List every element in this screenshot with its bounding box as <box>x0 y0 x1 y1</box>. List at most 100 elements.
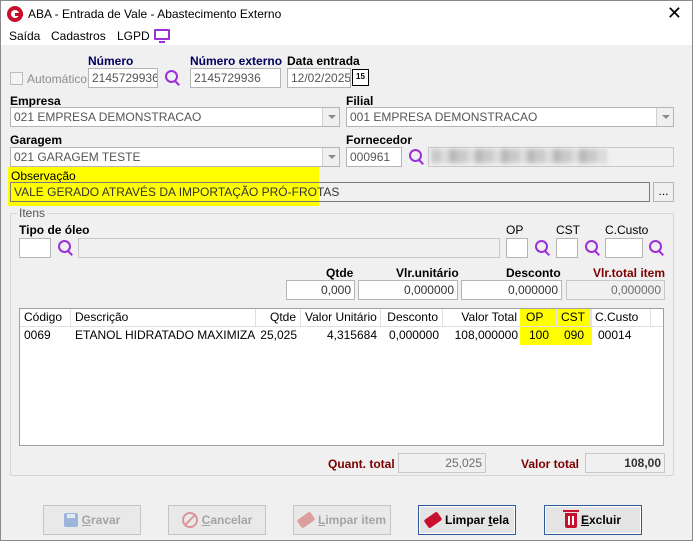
eraser-icon <box>296 511 316 529</box>
cancel-icon <box>181 512 198 528</box>
menu-saida[interactable]: Saída <box>9 29 40 43</box>
limpar-tela-label: Limpar tela <box>444 513 510 527</box>
filial-select[interactable]: 001 EMPRESA DEMONSTRACAO <box>346 107 674 127</box>
cell-codigo: 0069 <box>24 328 51 342</box>
desconto-field[interactable]: 0,000000 <box>461 280 562 300</box>
window-title: ABA - Entrada de Vale - Abastecimento Ex… <box>28 7 282 21</box>
eraser-icon <box>423 511 443 529</box>
observacao-more-button[interactable]: ... <box>653 182 674 202</box>
op-search-icon[interactable] <box>533 239 551 257</box>
menu-cadastros[interactable]: Cadastros <box>51 29 106 43</box>
numero-externo-label: Número externo <box>190 54 283 68</box>
automatico-checkbox[interactable] <box>10 72 23 85</box>
fornecedor-code-field[interactable]: 000961 <box>346 147 402 167</box>
window: ABA - Entrada de Vale - Abastecimento Ex… <box>0 0 693 541</box>
chevron-down-icon[interactable] <box>322 108 339 126</box>
garagem-label: Garagem <box>10 133 63 147</box>
numero-label: Número <box>88 54 134 68</box>
menu-lgpd[interactable]: LGPD <box>117 29 150 43</box>
gravar-label: Gravar <box>81 513 121 527</box>
tipo-oleo-desc-field <box>78 238 500 258</box>
op-label: OP <box>506 223 524 237</box>
cancelar-label: Cancelar <box>201 513 253 527</box>
cell-valor-total: 108,000000 <box>454 328 518 342</box>
app-logo-icon <box>7 6 23 22</box>
garagem-value: 021 GARAGEM TESTE <box>14 150 141 164</box>
vlr-total-item-field: 0,000000 <box>566 280 665 300</box>
valor-total-field: 108,00 <box>585 453 665 473</box>
itens-group-title: Itens <box>17 206 48 220</box>
items-table[interactable]: Código Descrição Qtde Valor Unitário Des… <box>19 308 664 446</box>
cst-search-icon[interactable] <box>583 239 601 257</box>
ccusto-search-icon[interactable] <box>647 239 665 257</box>
excluir-button[interactable]: Excluir <box>544 505 642 535</box>
filial-label: Filial <box>346 94 374 108</box>
numero-externo-field[interactable]: 2145729936 <box>190 68 281 88</box>
empresa-value: 021 EMPRESA DEMONSTRACAO <box>14 110 202 124</box>
tipo-oleo-code-field[interactable] <box>19 238 51 258</box>
col-cst[interactable]: CST <box>557 309 591 327</box>
data-entrada-field[interactable]: 12/02/2025 <box>287 68 351 88</box>
col-descricao[interactable]: Descrição <box>71 309 256 327</box>
quant-total-field: 25,025 <box>398 453 486 473</box>
cell-qtde: 25,025 <box>260 328 297 342</box>
calendar-icon[interactable]: 15 <box>352 69 369 86</box>
col-valor-unitario[interactable]: Valor Unitário <box>301 309 381 327</box>
garagem-select[interactable]: 021 GARAGEM TESTE <box>10 147 340 167</box>
empresa-select[interactable]: 021 EMPRESA DEMONSTRACAO <box>10 107 340 127</box>
vlr-total-item-label: Vlr.total item <box>593 266 666 280</box>
limpar-item-button[interactable]: Limpar item <box>293 505 391 535</box>
col-desconto[interactable]: Desconto <box>381 309 443 327</box>
chevron-down-icon[interactable] <box>656 108 673 126</box>
col-op[interactable]: OP <box>522 309 557 327</box>
col-valor-total[interactable]: Valor Total <box>443 309 522 327</box>
cell-desconto: 0,000000 <box>388 328 439 342</box>
vlr-unitario-label: Vlr.unitário <box>396 266 459 280</box>
cancelar-button[interactable]: Cancelar <box>168 505 266 535</box>
valor-total-label: Valor total <box>521 457 580 471</box>
close-button[interactable]: ✕ <box>667 3 682 23</box>
cell-ccusto: 00014 <box>598 328 632 342</box>
col-ccusto[interactable]: C.Custo <box>591 309 651 327</box>
op-field[interactable] <box>506 238 528 258</box>
col-codigo[interactable]: Código <box>20 309 71 327</box>
cst-label: CST <box>556 223 580 237</box>
observacao-field[interactable]: VALE GERADO ATRAVÉS DA IMPORTAÇÃO PRÓ-FR… <box>10 182 650 202</box>
trash-icon <box>562 509 579 528</box>
fornecedor-label: Fornecedor <box>346 133 413 147</box>
empresa-label: Empresa <box>10 94 61 108</box>
limpar-tela-button[interactable]: Limpar tela <box>418 505 516 535</box>
table-header: Código Descrição Qtde Valor Unitário Des… <box>20 309 663 327</box>
cst-field[interactable] <box>556 238 578 258</box>
numero-field[interactable]: 2145729936 <box>88 68 158 88</box>
vlr-unitario-field[interactable]: 0,000000 <box>358 280 458 300</box>
data-entrada-label: Data entrada <box>287 54 360 68</box>
limpar-item-label: Limpar item <box>317 513 387 527</box>
quant-total-label: Quant. total <box>328 457 395 471</box>
fornecedor-search-icon[interactable] <box>407 148 425 166</box>
desconto-label: Desconto <box>506 266 561 280</box>
ccusto-field[interactable] <box>605 238 643 258</box>
cell-descricao: ETANOL HIDRATADO MAXIMIZA... <box>75 328 256 342</box>
tipo-oleo-label: Tipo de óleo <box>19 223 90 237</box>
fornecedor-name-redacted <box>431 149 606 163</box>
filial-value: 001 EMPRESA DEMONSTRACAO <box>350 110 538 124</box>
cell-op: 100 <box>529 328 550 342</box>
save-icon <box>63 513 78 527</box>
title-bar: ABA - Entrada de Vale - Abastecimento Ex… <box>1 1 692 27</box>
col-qtde[interactable]: Qtde <box>256 309 301 327</box>
numero-search-icon[interactable] <box>163 69 181 87</box>
excluir-label: Excluir <box>580 513 622 527</box>
qtde-field[interactable]: 0,000 <box>286 280 355 300</box>
qtde-label: Qtde <box>326 266 354 280</box>
ccusto-label: C.Custo <box>605 223 649 237</box>
observacao-label: Observação <box>11 169 76 183</box>
monitor-icon[interactable] <box>154 29 170 43</box>
cell-valor-unitario: 4,315684 <box>326 328 377 342</box>
automatico-label: Automático <box>27 72 88 86</box>
chevron-down-icon[interactable] <box>322 148 339 166</box>
gravar-button[interactable]: Gravar <box>43 505 141 535</box>
menu-bar: Saída Cadastros LGPD <box>1 27 692 45</box>
tipo-oleo-search-icon[interactable] <box>56 239 74 257</box>
cell-cst: 090 <box>564 328 585 342</box>
